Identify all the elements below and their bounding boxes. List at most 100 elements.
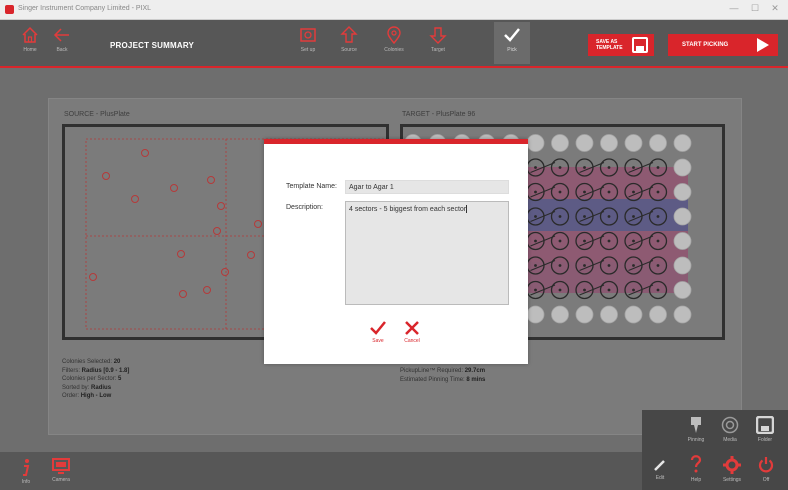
well-center-dot [656,288,660,292]
pencil-icon [654,460,665,471]
back-button[interactable]: Back [44,25,80,63]
home-icon [22,26,38,43]
well-center-dot [558,288,562,292]
plate-well [575,305,594,324]
help-button[interactable]: Help [686,454,706,483]
well-center-dot [534,264,537,267]
window-titlebar: Singer Instrument Company Limited - PIXL… [0,0,788,20]
dialog-accent-bar [264,139,528,144]
pinning-button[interactable]: Pinning [684,416,708,443]
camera-button[interactable]: Camera [50,458,72,483]
well-center-dot [656,264,660,267]
info-key: Colonies per Sector: [62,376,117,382]
checkmark-icon [504,28,520,42]
info-value: Radius [0.9 - 1.8] [81,367,130,374]
info-value: High - Low [80,393,112,399]
plate-well [673,134,692,152]
well-center-dot [583,166,586,169]
well-center-dot [656,215,660,218]
info-key: Filters: [62,367,80,374]
step-colonies-button[interactable]: Colonies [376,25,412,63]
plate-well [526,305,545,324]
template-name-input[interactable]: Agar to Agar 1 [345,180,509,194]
camera-plate-icon [300,28,316,42]
step-setup-button[interactable]: Set up [290,25,326,63]
info-value: Radius [91,384,112,391]
disc-icon [721,416,739,434]
info-button[interactable]: Info [18,458,34,485]
step-target-button[interactable]: Target [420,25,456,63]
step-source-label: Source [341,47,357,53]
step-pick-button[interactable]: Pick [494,22,530,64]
monitor-icon [52,458,70,474]
well-center-dot [607,215,611,218]
save-as-template-button[interactable]: SAVE AS TEMPLATE [588,34,654,56]
plate-well [673,232,692,250]
info-row: Filters: Radius [0.9 - 1.8] [62,367,129,376]
info-value: 8 mins [466,376,486,383]
well-center-dot [534,239,537,243]
help-icon [690,455,702,473]
well-center-dot [583,215,586,218]
well-center-dot [558,166,562,169]
info-value: 5 [118,376,122,382]
power-button[interactable]: Off [756,456,776,483]
info-value: 20 [113,359,121,365]
checkmark-icon [370,321,386,335]
well-center-dot [632,190,635,194]
info-key: Order: [62,393,80,399]
step-pick-label: Pick [507,47,517,53]
settings-button[interactable]: Settings [720,456,744,483]
plate-well [624,134,643,152]
save-label: Save [372,338,384,344]
edit-button[interactable]: Edit [650,458,670,481]
home-label: Home [23,47,37,53]
plate-well [673,158,692,177]
template-name-label: Template Name: [286,183,337,190]
well-center-dot [632,215,635,218]
cancel-label: Cancel [404,338,420,344]
app-logo-icon [5,5,14,14]
save-button[interactable]: Save [363,320,393,344]
description-text: 4 sectors - 5 biggest from each sector [349,205,467,213]
description-label: Description: [286,204,323,211]
plate-well [673,281,692,299]
plate-well [600,305,618,324]
folder-button[interactable]: Folder [752,415,778,443]
description-textarea[interactable]: 4 sectors - 5 biggest from each sector [345,201,509,305]
info-label: Info [21,479,31,485]
media-button[interactable]: Media [718,416,742,443]
gear-icon [723,456,741,474]
window-title: Singer Instrument Company Limited - PIXL [18,5,152,12]
camera-label: Camera [52,477,70,483]
well-center-dot [607,190,611,194]
pin-icon [691,417,701,433]
close-window-button[interactable]: ✕ [768,3,782,14]
maximize-button[interactable]: ☐ [748,3,762,14]
plate-well [551,305,569,324]
folder-label: Folder [757,437,773,443]
page-title: PROJECT SUMMARY [110,41,195,50]
help-label: Help [690,477,702,483]
power-icon [758,457,774,473]
settings-label: Settings [722,477,742,483]
minimize-button[interactable]: — [727,3,741,13]
well-center-dot [558,190,562,194]
step-source-button[interactable]: Source [331,25,367,63]
well-center-dot [534,215,537,218]
target-title: TARGET - PlusPlate 96 [402,111,476,118]
info-row: Estimated Pinning Time: 8 mins [400,376,485,385]
plate-well [624,305,643,324]
plate-well [600,134,618,152]
home-button[interactable]: Home [12,25,48,63]
well-center-dot [656,239,660,243]
well-center-dot [583,264,586,267]
back-arrow-icon [53,28,69,42]
well-center-dot [632,264,635,267]
start-picking-button[interactable]: START PICKING [668,34,778,56]
well-center-dot [607,166,611,169]
well-center-dot [632,239,635,243]
step-target-label: Target [431,47,445,53]
back-label: Back [56,47,68,53]
cancel-button[interactable]: Cancel [397,320,427,344]
